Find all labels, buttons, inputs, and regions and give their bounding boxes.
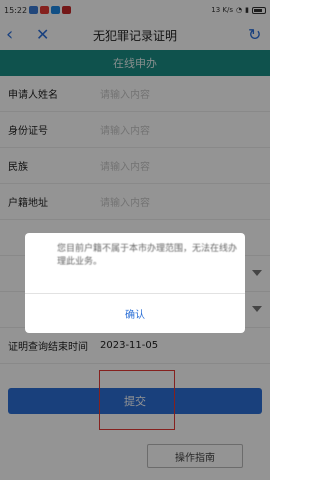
dialog-message: 您目前户籍不属于本市办理范围，无法在线办理此业务。 bbox=[57, 244, 238, 267]
alert-dialog: 您目前户籍不属于本市办理范围，无法在线办理此业务。 确认 bbox=[25, 233, 245, 333]
confirm-button[interactable]: 确认 bbox=[25, 294, 245, 333]
